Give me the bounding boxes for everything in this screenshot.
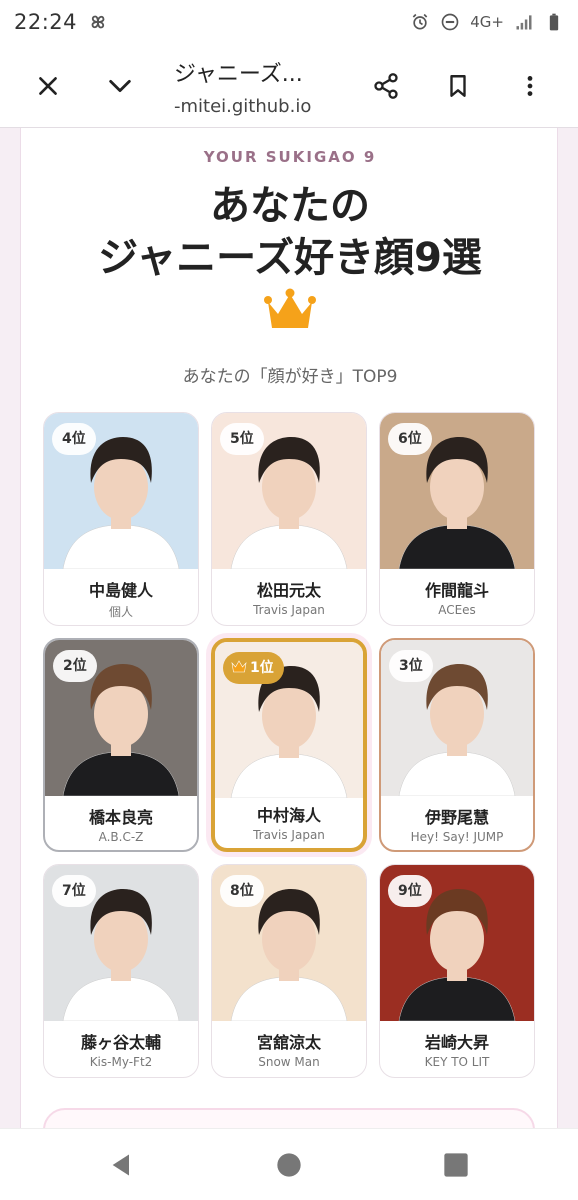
rank-label: 9位 [398, 883, 422, 899]
member-name: 中村海人 [256, 806, 321, 825]
page-url[interactable]: -mitei.github.io [174, 96, 311, 117]
recents-icon[interactable] [442, 1151, 470, 1179]
browser-toolbar: ジャニーズ... -mitei.github.io [0, 44, 578, 128]
rank-label: 2位 [63, 658, 87, 674]
member-group: Snow Man [258, 1055, 320, 1069]
collapse-button[interactable] [98, 64, 142, 108]
page-title: ジャニーズ... [174, 62, 303, 87]
alarm-icon [412, 13, 428, 30]
crown-icon [264, 288, 316, 331]
ranking-card[interactable]: 1位 中村海人 Travis Japan [211, 638, 367, 852]
member-group: A.B.C-Z [98, 830, 144, 844]
rank-badge: 7位 [52, 875, 96, 907]
ranking-card[interactable]: 6位 作間龍斗 ACEes [379, 412, 535, 626]
member-group: Travis Japan [253, 828, 325, 842]
ranking-card[interactable]: 8位 宮舘涼太 Snow Man [211, 864, 367, 1078]
rank-label: 3位 [399, 658, 423, 674]
ranking-grid: 4位 中島健人 個人 5位 松田元太 Travis Japan 6位 作間龍斗 … [43, 412, 535, 1078]
bookmark-icon [450, 75, 466, 97]
member-group: Kis-My-Ft2 [89, 1055, 153, 1069]
next-section-card [43, 1108, 535, 1128]
back-icon[interactable] [108, 1151, 136, 1179]
status-bar: 22:24 4G+ [0, 0, 578, 44]
rank-label: 7位 [62, 883, 86, 899]
do-not-disturb-icon [441, 13, 459, 31]
crown-icon [231, 660, 247, 673]
rank-badge: 2位 [53, 650, 97, 682]
ranking-card[interactable]: 5位 松田元太 Travis Japan [211, 412, 367, 626]
ranking-card[interactable]: 9位 岩崎大昇 KEY TO LIT [379, 864, 535, 1078]
share-button[interactable] [364, 64, 408, 108]
ranking-card[interactable]: 4位 中島健人 個人 [43, 412, 199, 626]
system-nav-bar [0, 1128, 578, 1200]
member-name: 藤ヶ谷太輔 [80, 1033, 161, 1052]
headline-line-1: あなたの [210, 183, 370, 229]
member-name: 宮舘涼太 [256, 1033, 321, 1052]
pinwheel-icon [91, 15, 105, 29]
ranking-card[interactable]: 2位 橋本良亮 A.B.C-Z [43, 638, 199, 852]
kicker-label: YOUR SUKIGAO 9 [203, 148, 377, 166]
rank-badge: 4位 [52, 423, 96, 455]
rank-label: 1位 [250, 660, 274, 676]
member-group: ACEes [438, 603, 476, 617]
bookmark-button[interactable] [436, 64, 480, 108]
member-group: Travis Japan [253, 603, 325, 617]
signal-icon [516, 15, 532, 30]
rank-badge: 5位 [220, 423, 264, 455]
rank-badge: 1位 [223, 652, 284, 684]
member-name: 松田元太 [256, 581, 321, 600]
member-name: 中島健人 [88, 581, 153, 600]
rank-label: 5位 [230, 431, 254, 447]
member-name: 橋本良亮 [88, 808, 153, 827]
rank-badge: 3位 [389, 650, 433, 682]
status-time: 22:24 [14, 10, 78, 34]
rank-label: 8位 [230, 883, 254, 899]
close-button[interactable] [26, 64, 70, 108]
home-icon[interactable] [275, 1151, 303, 1179]
share-icon [374, 73, 398, 99]
rank-badge: 6位 [388, 423, 432, 455]
more-icon [527, 76, 533, 96]
ranking-card[interactable]: 7位 藤ヶ谷太輔 Kis-My-Ft2 [43, 864, 199, 1078]
member-name: 作間龍斗 [424, 581, 489, 600]
network-type: 4G+ [470, 13, 504, 31]
member-group: 個人 [108, 605, 133, 619]
member-group: Hey! Say! JUMP [410, 830, 504, 844]
member-name: 岩崎大昇 [424, 1033, 489, 1052]
rank-label: 6位 [398, 431, 422, 447]
headline: あなたの ジャニーズ好き顔9選 [21, 180, 557, 284]
close-icon [39, 77, 57, 95]
ranking-card[interactable]: 3位 伊野尾慧 Hey! Say! JUMP [379, 638, 535, 852]
rank-badge: 9位 [388, 875, 432, 907]
member-group: KEY TO LIT [424, 1055, 490, 1069]
battery-icon [549, 13, 559, 31]
chevron-down-icon [109, 79, 131, 93]
headline-line-2: ジャニーズ好き顔9選 [98, 235, 482, 281]
member-name: 伊野尾慧 [424, 808, 489, 827]
subtitle: あなたの「顔が好き」TOP9 [182, 367, 398, 387]
rank-label: 4位 [62, 431, 86, 447]
rank-badge: 8位 [220, 875, 264, 907]
result-page: YOUR SUKIGAO 9 あなたの ジャニーズ好き顔9選 あなたの「顔が好き… [20, 128, 558, 1128]
more-options-button[interactable] [508, 64, 552, 108]
